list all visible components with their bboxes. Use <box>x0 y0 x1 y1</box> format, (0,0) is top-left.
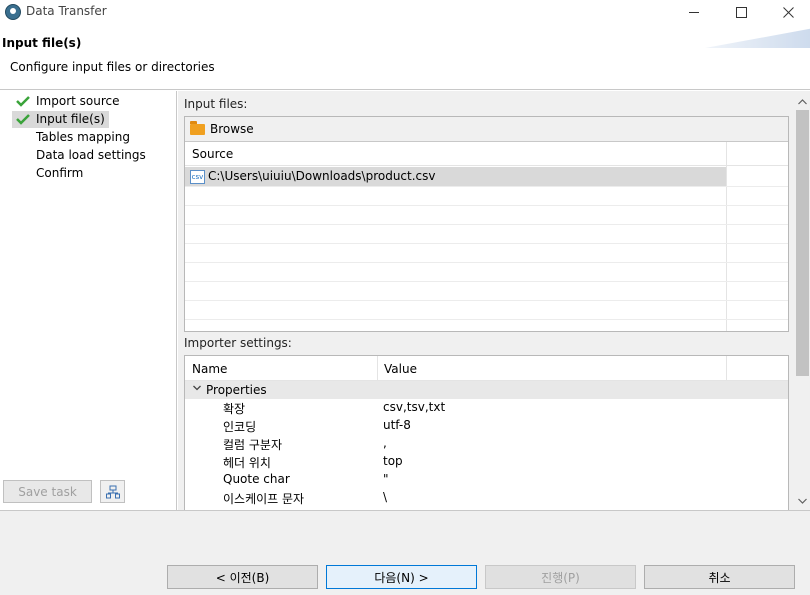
nav-item-import-source[interactable]: Import source <box>12 93 124 110</box>
row-divider <box>185 300 788 301</box>
row-divider <box>185 319 788 320</box>
vertical-scrollbar[interactable] <box>795 91 810 510</box>
row-divider <box>185 224 788 225</box>
input-files-label: Input files: <box>184 97 248 111</box>
property-value[interactable]: \ <box>383 490 387 504</box>
column-divider <box>726 142 727 331</box>
proceed-button[interactable]: 진행(P) <box>485 565 636 589</box>
nav-item-label: Data load settings <box>36 148 146 162</box>
wizard-footer: < 이전(B) 다음(N) > 진행(P) 취소 <box>0 510 810 595</box>
csv-file-icon: csv <box>190 170 205 184</box>
minimize-button[interactable] <box>671 0 717 24</box>
next-button[interactable]: 다음(N) > <box>326 565 477 589</box>
chevron-down-icon[interactable] <box>193 384 201 392</box>
property-value[interactable]: , <box>383 436 387 450</box>
save-task-button[interactable]: Save task <box>3 480 92 503</box>
property-name: 이스케이프 문자 <box>223 492 305 506</box>
nav-item-input-files[interactable]: Input file(s) <box>12 111 109 128</box>
name-column-header[interactable]: Name <box>192 362 227 376</box>
close-button[interactable] <box>765 0 810 24</box>
column-divider <box>377 356 378 381</box>
close-icon <box>782 6 794 18</box>
source-column-header[interactable]: Source <box>185 142 788 166</box>
header-decoration <box>705 28 810 48</box>
nav-item-confirm[interactable]: Confirm <box>12 165 87 182</box>
nav-item-label: Confirm <box>36 166 84 180</box>
nav-item-data-load-settings[interactable]: Data load settings <box>12 147 150 164</box>
nav-item-label: Input file(s) <box>36 112 105 126</box>
app-logo-icon <box>5 4 21 20</box>
check-icon <box>16 96 30 107</box>
nav-item-label: Import source <box>36 94 120 108</box>
row-divider <box>185 281 788 282</box>
maximize-icon <box>735 6 747 18</box>
properties-group-label: Properties <box>206 383 267 397</box>
importer-settings-label: Importer settings: <box>184 336 292 350</box>
folder-icon <box>190 121 205 135</box>
browse-label: Browse <box>210 122 254 136</box>
property-value[interactable]: top <box>383 454 403 468</box>
nav-item-label: Tables mapping <box>36 130 130 144</box>
property-name: 인코딩 <box>223 420 257 434</box>
scrollbar-thumb[interactable] <box>796 110 809 376</box>
row-divider <box>185 243 788 244</box>
maximize-button[interactable] <box>718 0 764 24</box>
page-subtitle: Configure input files or directories <box>10 60 215 74</box>
property-name: Quote char <box>223 472 290 486</box>
input-files-panel: Browse Source csv C:\Users\uiuiu\Downloa… <box>184 116 789 332</box>
importer-settings-table: Name Value Properties 확장 csv,tsv,txt 인코딩… <box>184 355 789 511</box>
value-column-header[interactable]: Value <box>384 362 417 376</box>
row-divider <box>185 186 788 187</box>
row-divider <box>185 205 788 206</box>
source-header-label: Source <box>192 147 234 161</box>
property-row[interactable]: 인코딩 utf-8 <box>185 417 788 435</box>
browse-button[interactable]: Browse <box>185 117 788 142</box>
cancel-button[interactable]: 취소 <box>644 565 795 589</box>
check-icon <box>16 114 30 125</box>
property-row[interactable]: 이스케이프 문자 \ <box>185 489 788 507</box>
wizard-header: Input file(s) Configure input files or d… <box>0 24 810 90</box>
property-value[interactable]: utf-8 <box>383 418 411 432</box>
column-divider <box>726 356 727 381</box>
task-config-button[interactable] <box>100 480 125 503</box>
scroll-up-arrow-icon[interactable] <box>795 94 810 109</box>
row-divider <box>185 262 788 263</box>
nav-item-tables-mapping[interactable]: Tables mapping <box>12 129 134 146</box>
property-value[interactable]: csv,tsv,txt <box>383 400 445 414</box>
minimize-icon <box>688 11 699 13</box>
property-value[interactable]: " <box>383 472 389 486</box>
title-bar: Data Transfer <box>0 0 810 24</box>
property-row[interactable]: 확장 csv,tsv,txt <box>185 399 788 417</box>
settings-table-header: Name Value <box>185 356 788 381</box>
wizard-step-nav: Import source Input file(s) Tables mappi… <box>0 91 177 510</box>
main-panel: Input files: Browse Source csv C:\Users\… <box>178 91 810 511</box>
file-row[interactable]: csv C:\Users\uiuiu\Downloads\product.csv <box>185 167 726 186</box>
property-name: 확장 <box>223 402 246 416</box>
scroll-down-arrow-icon[interactable] <box>795 493 810 508</box>
task-config-icon <box>105 485 120 498</box>
property-row[interactable]: Quote char " <box>185 471 788 489</box>
properties-group-row[interactable]: Properties <box>185 381 788 399</box>
property-name: 컬럼 구분자 <box>223 438 283 452</box>
property-row[interactable]: 컬럼 구분자 , <box>185 435 788 453</box>
property-row[interactable]: 헤더 위치 top <box>185 453 788 471</box>
property-name: 헤더 위치 <box>223 456 271 470</box>
file-path: C:\Users\uiuiu\Downloads\product.csv <box>208 169 436 183</box>
window-title: Data Transfer <box>26 4 107 18</box>
back-button[interactable]: < 이전(B) <box>167 565 318 589</box>
page-title: Input file(s) <box>2 36 82 50</box>
